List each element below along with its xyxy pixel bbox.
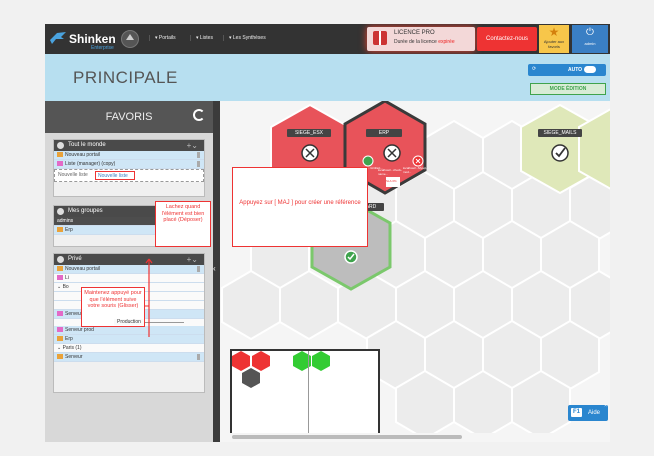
auto-refresh-toggle[interactable]: ⟳ AUTO [528,64,606,76]
admin-button[interactable]: ⏻ admin [572,25,608,53]
reference-tooltip: Appuyez sur [ MAJ ] pour créer une référ… [232,167,368,247]
app-window: Shinken Enterprise Portails Listes Les S… [45,24,610,442]
logo-subtitle: Enterprise [91,45,114,51]
help-label: Aide [588,410,601,416]
close-icon[interactable]: × [604,403,607,409]
favorites-sidebar: FAVORIS Tout le monde +⌄ Nouveau portail … [45,101,213,442]
minimap-hexes [232,351,330,388]
admin-label: admin [584,41,596,46]
erp-sub: localhost/...check-name... [378,168,403,176]
ok-icon [362,155,374,167]
hex-label: ERP [366,129,402,137]
gift-icon [373,31,387,45]
top-bar: Shinken Enterprise Portails Listes Les S… [45,24,610,54]
power-icon: ⏻ [586,27,594,38]
nav-listes[interactable]: Listes [190,35,213,41]
minimap-collapse-icon[interactable]: ‹ [365,383,368,393]
licence-status: expirée [438,39,455,45]
nav-portails[interactable]: Portails [149,35,176,41]
logo-text: Shinken [69,32,116,46]
refresh-icon: ⟳ [532,66,537,72]
horizontal-scrollbar[interactable] [220,433,610,442]
help-button[interactable]: F1 Aide × [568,403,608,421]
sla-badge: SLA 0% [386,179,397,183]
page-header: PRINCIPALE ⟳ AUTO MODE ÉDITION [45,54,610,101]
scroll-thumb[interactable] [232,435,462,439]
ok-icon [551,144,569,162]
shinken-logo[interactable]: Shinken Enterprise [49,30,117,51]
hex-canvas[interactable]: SIEGE_ESX ERP SIEGE_MAILS ARD localhost/… [220,101,610,442]
star-icon: ★ [548,25,560,39]
minimap-divider [308,351,309,437]
edit-mode-button[interactable]: MODE ÉDITION [530,83,606,95]
hex-label: SIEGE_MAILS [538,129,582,137]
home-icon[interactable] [121,30,139,48]
nav-syntheses[interactable]: Les Synthèses [223,35,266,41]
erp-sub: localhost/...Mysql-mod... [403,166,428,174]
page-title: PRINCIPALE [73,68,178,87]
licence-title: LICENCE PRO [394,30,435,36]
collapse-sidebar-button[interactable]: ‹ [213,264,220,278]
toggle-switch[interactable] [584,66,596,73]
add-favorite-button[interactable]: ★ Ajouter aux favoris [539,25,569,53]
minimap[interactable] [230,349,380,437]
contact-button[interactable]: Contactez-nous [477,27,537,51]
auto-label: AUTO [568,67,583,73]
licence-banner: LICENCE PRO Durée de la licence expirée [367,27,475,51]
drag-arrow-icon [145,258,153,337]
hex-label: SIEGE_ESX [287,129,331,137]
licence-text: Durée de la licence expirée [394,39,455,45]
f1-key: F1 [571,408,583,417]
bird-logo-icon [50,32,66,44]
add-favorite-label: Ajouter aux favoris [543,39,565,49]
